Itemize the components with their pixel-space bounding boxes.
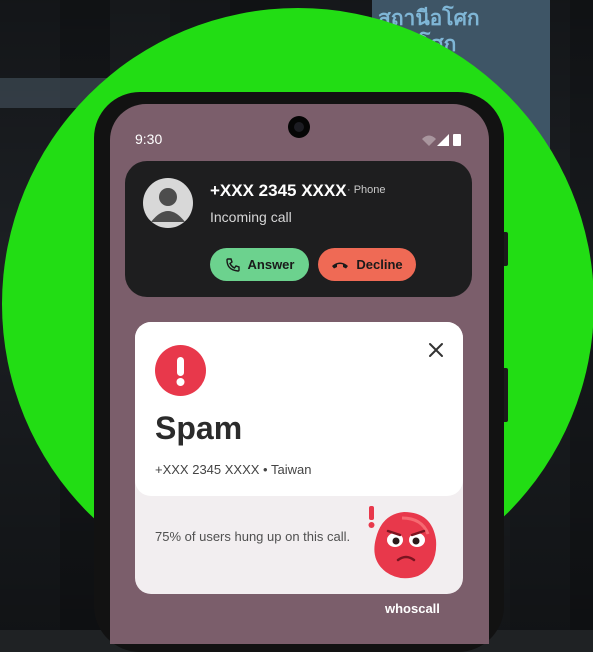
answer-button[interactable]: Answer: [210, 248, 309, 281]
wifi-icon: [422, 135, 436, 146]
hang-up-icon: [332, 262, 349, 268]
status-icons: [420, 132, 466, 153]
whoscall-logo: whoscall: [385, 601, 440, 616]
angry-face-icon: [362, 504, 442, 589]
battery-icon: [453, 134, 461, 146]
answer-label: Answer: [247, 257, 295, 272]
warning-icon: [155, 345, 206, 396]
phone-icon: [225, 257, 240, 272]
spam-statistic: 75% of users hung up on this call.: [155, 529, 351, 544]
caller-number: +XXX 2345 XXXX: [210, 181, 347, 200]
call-status: Incoming call: [210, 209, 292, 225]
person-icon: [151, 188, 185, 222]
caller-source: · Phone: [347, 184, 386, 196]
signal-icon: [437, 134, 449, 146]
close-icon[interactable]: [427, 341, 445, 364]
spam-caller-info: +XXX 2345 XXXX • Taiwan: [155, 462, 312, 477]
decline-button[interactable]: Decline: [318, 248, 416, 281]
avatar: [143, 178, 193, 228]
decline-label: Decline: [356, 257, 403, 272]
spam-title: Spam: [155, 410, 243, 446]
status-time: 9:30: [135, 131, 163, 147]
camera-icon: [288, 116, 310, 138]
